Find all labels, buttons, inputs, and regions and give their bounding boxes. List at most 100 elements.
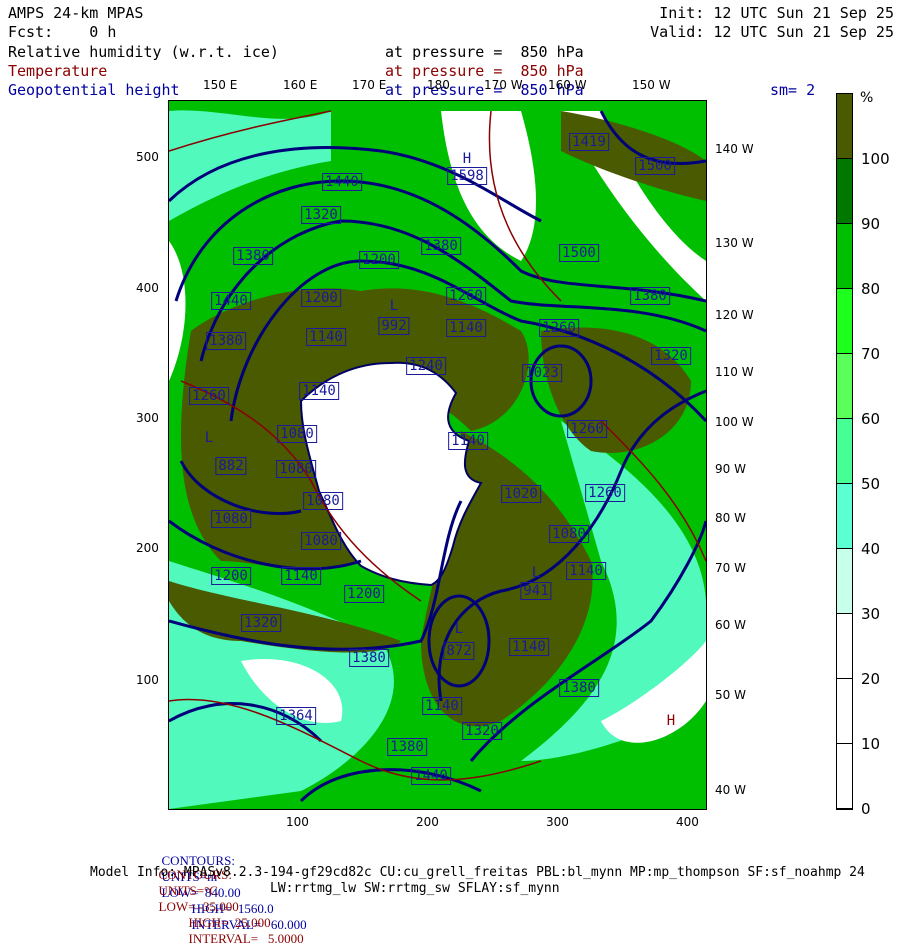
height-contour-label: 1440 xyxy=(411,767,451,785)
height-contour-label: 1320 xyxy=(241,614,281,632)
high-pressure-marker: H xyxy=(462,151,472,167)
bottom-axis-tick: 200 xyxy=(416,815,439,829)
colorbar-label: 80 xyxy=(861,280,881,298)
height-contour-label: 1140 xyxy=(422,697,462,715)
height-contour-label: 992 xyxy=(378,317,410,335)
colorbar-label: 20 xyxy=(861,670,881,688)
height-contour-label: 1080 xyxy=(276,460,316,478)
height-contour-label: 1200 xyxy=(301,289,341,307)
high-pressure-marker: H xyxy=(666,713,676,729)
bottom-axis-tick: 300 xyxy=(546,815,569,829)
top-axis-tick: 150 W xyxy=(632,78,671,92)
top-axis-tick: 170 E xyxy=(352,78,387,92)
colorbar-bin xyxy=(837,419,852,484)
height-contour-label: 1020 xyxy=(501,485,541,503)
height-contour-label: 1140 xyxy=(281,567,321,585)
height-contour-label: 1380 xyxy=(630,287,670,305)
field-temp: Temperature xyxy=(8,62,108,80)
height-contour-label: 1598 xyxy=(447,167,487,185)
right-axis-tick: 130 W xyxy=(715,236,754,250)
height-contour-label: 1260 xyxy=(585,484,625,502)
height-contour-label: 1240 xyxy=(406,357,446,375)
field-rh: Relative humidity (w.r.t. ice) xyxy=(8,43,279,61)
right-axis-tick: 80 W xyxy=(715,511,746,525)
top-axis-tick: 150 E xyxy=(203,78,238,92)
bottom-axis-tick: 100 xyxy=(286,815,309,829)
colorbar-unit: % xyxy=(860,90,874,106)
colorbar-label: 30 xyxy=(861,605,881,623)
height-contour-label: 1500 xyxy=(635,157,675,175)
height-contour-label: 1023 xyxy=(522,364,562,382)
temp-contours-high: HIGH= 25.000 xyxy=(188,915,271,930)
height-contour-label: 1080 xyxy=(277,425,317,443)
field-height: Geopotential height xyxy=(8,81,180,99)
weather-map: 1440 1598 1419 1500 1320 1380 1380 1200 1500 1260… xyxy=(168,100,707,810)
height-contour-label: 1140 xyxy=(306,328,346,346)
height-contour-label: 1380 xyxy=(349,649,389,667)
colorbar-bin xyxy=(837,159,852,224)
height-contour-label: 1364 xyxy=(276,707,316,725)
height-contour-label: 1380 xyxy=(559,679,599,697)
temp-contours-low: LOW= -35.000 xyxy=(158,899,239,914)
top-axis-tick: 160 W xyxy=(548,78,587,92)
temp-contours-interval: INTERVAL= 5.0000 xyxy=(188,931,304,946)
colorbar-bin xyxy=(837,289,852,354)
model-info: Model Info: MPASv8.2.3-194-gf29cd82c CU:… xyxy=(90,865,865,880)
height-contour-label: 1440 xyxy=(322,173,362,191)
field-rh-level: at pressure = 850 hPa xyxy=(385,43,584,61)
top-axis-tick: 160 E xyxy=(283,78,318,92)
right-axis-tick: 60 W xyxy=(715,618,746,632)
right-axis-tick: 120 W xyxy=(715,308,754,322)
colorbar-bin xyxy=(837,224,852,289)
height-contour-label: 1080 xyxy=(549,525,589,543)
height-contour-label: 1080 xyxy=(211,510,251,528)
height-contour-label: 1380 xyxy=(233,247,273,265)
right-axis-tick: 40 W xyxy=(715,783,746,797)
colorbar-bin xyxy=(837,614,852,679)
colorbar-label: 90 xyxy=(861,215,881,233)
height-contour-label: 1380 xyxy=(421,237,461,255)
right-axis-tick: 100 W xyxy=(715,415,754,429)
smoothing-label: sm= 2 xyxy=(770,81,816,99)
colorbar-bin xyxy=(837,744,852,809)
height-contour-label: 1200 xyxy=(344,585,384,603)
init-time: Init: 12 UTC Sun 21 Sep 25 xyxy=(659,4,894,22)
colorbar-label: 60 xyxy=(861,410,881,428)
low-pressure-marker: L xyxy=(531,565,541,581)
colorbar-bin xyxy=(837,484,852,549)
left-axis-tick: 400 xyxy=(136,281,159,295)
valid-time: Valid: 12 UTC Sun 21 Sep 25 xyxy=(650,23,894,41)
height-contour-label: 1320 xyxy=(301,206,341,224)
height-contour-label: 1380 xyxy=(387,738,427,756)
height-contour-label: 941 xyxy=(520,582,552,600)
height-contour-label: 1419 xyxy=(569,133,609,151)
forecast-hour: Fcst: 0 h xyxy=(8,23,117,41)
colorbar-label: 10 xyxy=(861,735,881,753)
height-contour-label: 872 xyxy=(443,642,475,660)
right-axis-tick: 70 W xyxy=(715,561,746,575)
height-contour-label: 1260 xyxy=(539,319,579,337)
colorbar-label: 40 xyxy=(861,540,881,558)
height-contour-label: 1140 xyxy=(566,562,606,580)
height-contour-label: 1140 xyxy=(299,382,339,400)
right-axis-tick: 140 W xyxy=(715,142,754,156)
model-info-physics: LW:rrtmg_lw SW:rrtmg_sw SFLAY:sf_mynn xyxy=(270,881,560,896)
height-contour-label: 1260 xyxy=(446,287,486,305)
height-contour-label: 1260 xyxy=(189,387,229,405)
right-axis-tick: 50 W xyxy=(715,688,746,702)
height-contour-label: 1080 xyxy=(301,532,341,550)
top-axis-tick: 180 xyxy=(427,78,450,92)
low-pressure-marker: L xyxy=(204,430,214,446)
height-contour-label: 1080 xyxy=(303,492,343,510)
height-contour-label: 1140 xyxy=(448,432,488,450)
colorbar-bin xyxy=(837,679,852,744)
colorbar-label: 70 xyxy=(861,345,881,363)
colorbar xyxy=(836,93,853,810)
right-axis-tick: 110 W xyxy=(715,365,754,379)
bottom-axis-tick: 400 xyxy=(676,815,699,829)
colorbar-bin xyxy=(837,354,852,419)
colorbar-label: 0 xyxy=(861,800,871,818)
model-title: AMPS 24-km MPAS xyxy=(8,4,144,22)
height-contour-label: 1200 xyxy=(359,251,399,269)
height-contour-label: 1140 xyxy=(446,319,486,337)
